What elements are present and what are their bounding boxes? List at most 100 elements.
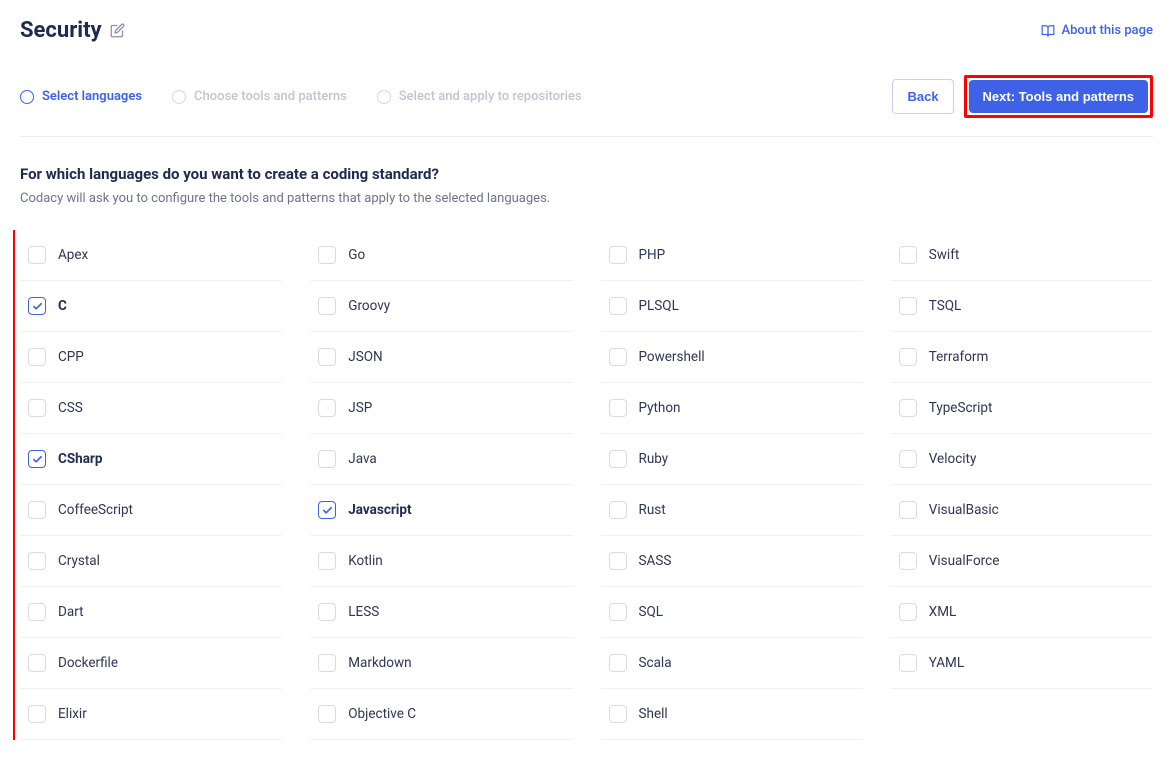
back-button[interactable]: Back	[892, 79, 953, 114]
checkbox[interactable]	[318, 705, 336, 723]
step-select-languages[interactable]: Select languages	[20, 89, 142, 104]
checkbox[interactable]	[609, 603, 627, 621]
language-item[interactable]: PHP	[601, 230, 863, 281]
checkbox[interactable]	[28, 501, 46, 519]
language-item[interactable]: Kotlin	[310, 536, 572, 587]
language-item[interactable]: VisualForce	[891, 536, 1153, 587]
language-label: Crystal	[58, 553, 100, 569]
language-label: VisualForce	[929, 553, 1000, 569]
language-item[interactable]: CPP	[20, 332, 282, 383]
checkbox[interactable]	[28, 297, 46, 315]
checkbox[interactable]	[609, 348, 627, 366]
steps-bar: Select languages Choose tools and patter…	[20, 75, 1153, 137]
checkbox[interactable]	[899, 246, 917, 264]
language-item[interactable]: JSON	[310, 332, 572, 383]
checkbox[interactable]	[609, 501, 627, 519]
language-item[interactable]: Apex	[20, 230, 282, 281]
language-item[interactable]: CSS	[20, 383, 282, 434]
checkbox[interactable]	[899, 399, 917, 417]
language-item[interactable]: Rust	[601, 485, 863, 536]
checkbox[interactable]	[28, 654, 46, 672]
language-label: Objective C	[348, 706, 416, 722]
checkbox[interactable]	[609, 654, 627, 672]
language-item[interactable]: Terraform	[891, 332, 1153, 383]
step-apply-repositories[interactable]: Select and apply to repositories	[377, 89, 582, 104]
language-column: ApexCCPPCSS CSharp CoffeeScript Crystal Dart…	[20, 230, 282, 740]
checkbox[interactable]	[899, 348, 917, 366]
language-item[interactable]: YAML	[891, 638, 1153, 689]
checkbox[interactable]	[318, 348, 336, 366]
language-item[interactable]: Go	[310, 230, 572, 281]
checkbox[interactable]	[899, 552, 917, 570]
checkbox[interactable]	[318, 450, 336, 468]
language-label: Scala	[639, 655, 672, 671]
checkbox[interactable]	[609, 246, 627, 264]
language-item[interactable]: Velocity	[891, 434, 1153, 485]
language-item[interactable]: Java	[310, 434, 572, 485]
language-item[interactable]: Scala	[601, 638, 863, 689]
about-page-link[interactable]: About this page	[1041, 23, 1153, 38]
language-label: CSharp	[58, 451, 102, 467]
checkbox[interactable]	[609, 552, 627, 570]
language-item[interactable]: CSharp	[20, 434, 282, 485]
checkbox[interactable]	[318, 501, 336, 519]
language-label: Powershell	[639, 349, 705, 365]
language-label: PHP	[639, 247, 666, 263]
language-item[interactable]: CoffeeScript	[20, 485, 282, 536]
checkbox[interactable]	[899, 450, 917, 468]
checkbox[interactable]	[609, 450, 627, 468]
checkbox[interactable]	[28, 450, 46, 468]
checkbox[interactable]	[28, 348, 46, 366]
language-item[interactable]: Ruby	[601, 434, 863, 485]
language-item[interactable]: Dockerfile	[20, 638, 282, 689]
checkbox[interactable]	[899, 603, 917, 621]
checkbox[interactable]	[28, 552, 46, 570]
language-item[interactable]: Swift	[891, 230, 1153, 281]
checkbox[interactable]	[318, 603, 336, 621]
language-item[interactable]: Crystal	[20, 536, 282, 587]
checkbox[interactable]	[318, 297, 336, 315]
step-label: Select languages	[42, 89, 142, 104]
language-item[interactable]: VisualBasic	[891, 485, 1153, 536]
checkbox[interactable]	[28, 705, 46, 723]
language-item[interactable]: SASS	[601, 536, 863, 587]
language-grid: ApexCCPPCSS CSharp CoffeeScript Crystal Dart…	[20, 230, 1153, 740]
checkbox[interactable]	[899, 297, 917, 315]
language-item[interactable]: Powershell	[601, 332, 863, 383]
step-choose-tools[interactable]: Choose tools and patterns	[172, 89, 347, 104]
checkbox[interactable]	[318, 552, 336, 570]
checkbox[interactable]	[28, 603, 46, 621]
title-wrap: Security	[20, 18, 125, 43]
checkbox[interactable]	[318, 246, 336, 264]
language-label: Groovy	[348, 298, 390, 314]
language-item[interactable]: SQL	[601, 587, 863, 638]
language-label: PLSQL	[639, 298, 679, 314]
intro-description: Codacy will ask you to configure the too…	[20, 191, 1153, 206]
edit-icon[interactable]	[110, 23, 125, 38]
intro-section: For which languages do you want to creat…	[20, 165, 1153, 206]
language-item[interactable]: C	[20, 281, 282, 332]
language-label: Ruby	[639, 451, 669, 467]
language-item[interactable]: PLSQL	[601, 281, 863, 332]
language-item[interactable]: Python	[601, 383, 863, 434]
checkbox[interactable]	[609, 297, 627, 315]
next-button[interactable]: Next: Tools and patterns	[969, 80, 1148, 113]
checkbox[interactable]	[609, 705, 627, 723]
language-item[interactable]: TSQL	[891, 281, 1153, 332]
language-item[interactable]: Markdown	[310, 638, 572, 689]
checkbox[interactable]	[899, 501, 917, 519]
language-item[interactable]: LESS	[310, 587, 572, 638]
language-item[interactable]: JSP	[310, 383, 572, 434]
page-title: Security	[20, 18, 102, 43]
checkbox[interactable]	[318, 654, 336, 672]
checkbox[interactable]	[28, 246, 46, 264]
language-item[interactable]: Groovy	[310, 281, 572, 332]
checkbox[interactable]	[28, 399, 46, 417]
checkbox[interactable]	[899, 654, 917, 672]
language-item[interactable]: TypeScript	[891, 383, 1153, 434]
language-item[interactable]: Javascript	[310, 485, 572, 536]
checkbox[interactable]	[318, 399, 336, 417]
checkbox[interactable]	[609, 399, 627, 417]
language-item[interactable]: Dart	[20, 587, 282, 638]
language-item[interactable]: XML	[891, 587, 1153, 638]
